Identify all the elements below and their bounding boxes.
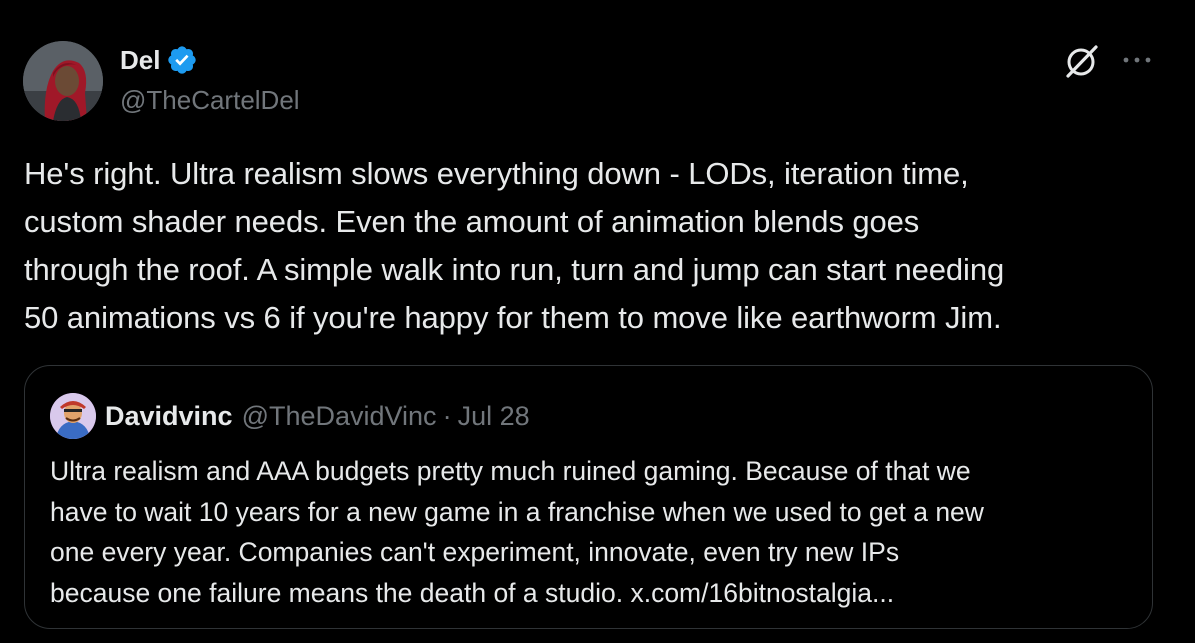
quoted-author-name[interactable]: Davidvinc xyxy=(105,401,233,432)
tweet-text-line: custom shader needs. Even the amount of … xyxy=(24,204,920,239)
quoted-tweet-date[interactable]: Jul 28 xyxy=(458,401,530,432)
more-icon[interactable] xyxy=(1120,48,1154,72)
quoted-text-line: one every year. Companies can't experime… xyxy=(50,537,900,567)
quoted-tweet-text: Ultra realism and AAA budgets pretty muc… xyxy=(50,451,1140,613)
quoted-author-avatar-image xyxy=(50,393,96,439)
author-avatar[interactable] xyxy=(23,41,103,121)
tweet-card[interactable]: Del @TheCartelDel He's right. Ultra real… xyxy=(0,0,1195,643)
tweet-text-line: He's right. Ultra realism slows everythi… xyxy=(24,156,969,191)
quoted-text-line: have to wait 10 years for a new game in … xyxy=(50,496,984,527)
quoted-text-line: Ultra realism and AAA budgets pretty muc… xyxy=(50,456,971,486)
verified-badge-icon xyxy=(166,44,198,76)
author-name[interactable]: Del xyxy=(120,43,160,77)
author-avatar-image xyxy=(23,41,103,121)
grok-icon[interactable] xyxy=(1063,42,1101,80)
author-handle[interactable]: @TheCartelDel xyxy=(120,83,300,117)
quoted-tweet[interactable]: Davidvinc @TheDavidVinc · Jul 28 Ultra r… xyxy=(24,365,1153,629)
quoted-author-avatar[interactable] xyxy=(50,393,96,439)
tweet-text-line: 50 animations vs 6 if you're happy for t… xyxy=(24,300,1002,335)
quoted-text-line: because one failure means the death of a… xyxy=(50,577,895,608)
quoted-author-handle[interactable]: @TheDavidVinc xyxy=(242,401,437,432)
tweet-text: He's right. Ultra realism slows everythi… xyxy=(24,150,1174,342)
tweet-text-line: through the roof. A simple walk into run… xyxy=(24,252,1005,287)
separator-dot: · xyxy=(442,400,452,431)
